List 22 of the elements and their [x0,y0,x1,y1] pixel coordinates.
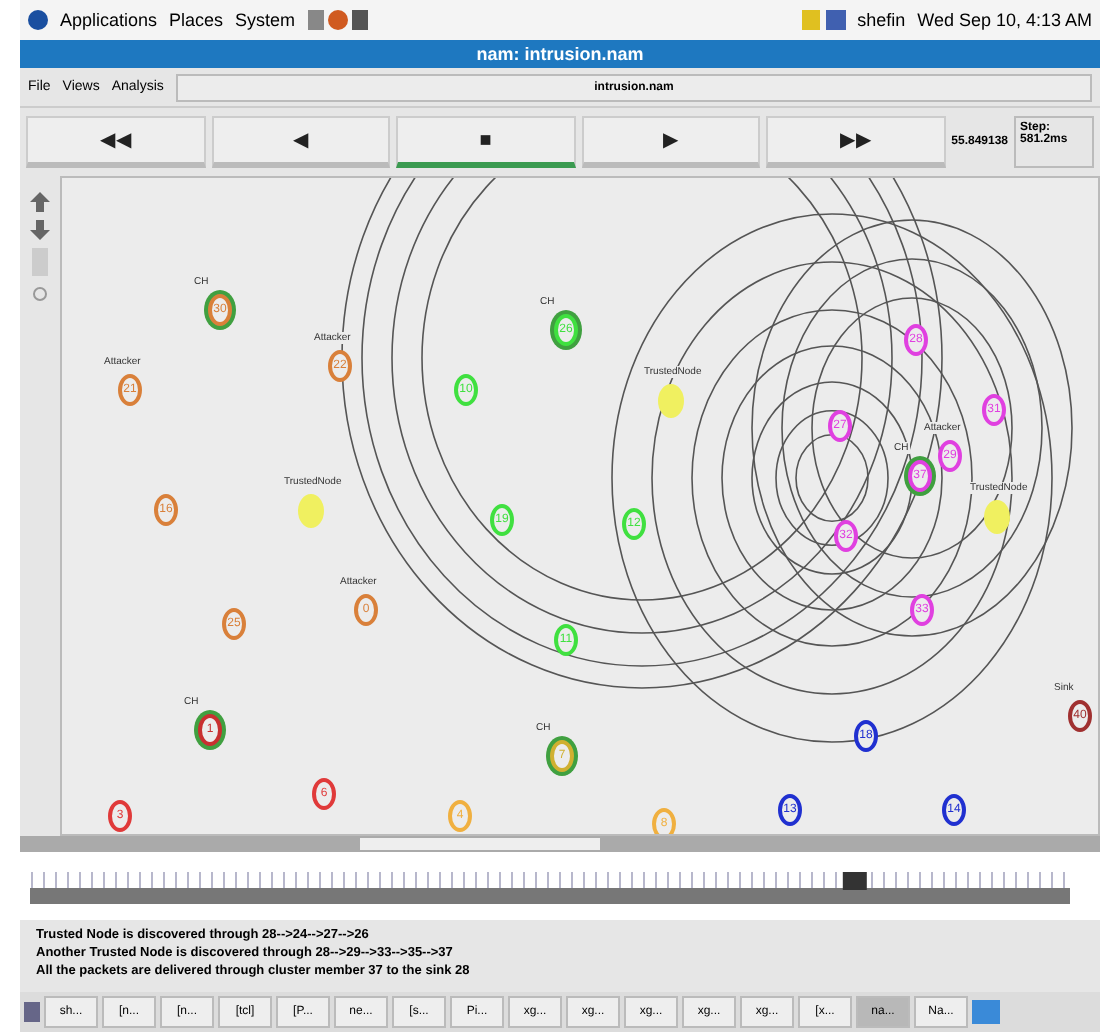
window-title: nam: intrusion.nam [20,40,1100,68]
playback-button[interactable]: ▶▶ [766,116,946,168]
zoom-in-icon[interactable] [30,192,50,212]
panel-menu[interactable]: System [235,10,296,30]
show-desktop-icon[interactable] [24,1002,40,1022]
timeline-thumb[interactable] [842,872,867,890]
scrollbar[interactable] [20,836,1100,852]
workspace-icon[interactable] [972,1000,1000,1024]
user-name: shefin [857,10,906,30]
network-node[interactable] [298,494,324,528]
network-node[interactable] [658,384,684,418]
playback-button[interactable]: ▶ [581,116,761,168]
playback-button[interactable]: ■ [396,116,576,168]
network-node[interactable] [984,500,1010,534]
playback-button[interactable]: ◀ [211,116,391,168]
clock: Wed Sep 10, 4:13 AM [917,10,1092,30]
panel-menu[interactable]: Places [169,10,224,30]
tool-icon[interactable] [32,284,48,304]
playback-button[interactable]: ◀◀ [26,116,206,168]
logo-icon [28,8,48,32]
panel-menu[interactable]: Applications [60,10,158,30]
zoom-out-icon[interactable] [30,220,50,240]
